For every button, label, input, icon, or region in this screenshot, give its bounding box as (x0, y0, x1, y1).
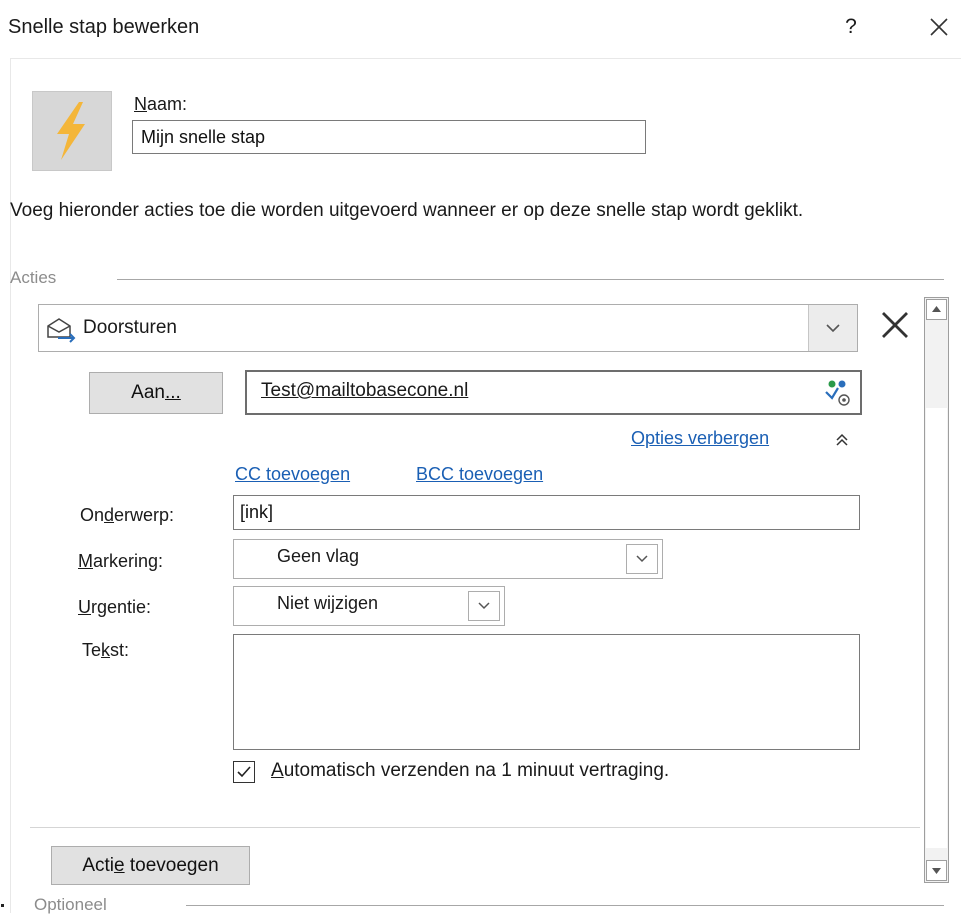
name-label: Naam: (134, 94, 188, 114)
vertical-scrollbar[interactable] (924, 297, 949, 883)
autosend-checkbox[interactable] (233, 761, 255, 783)
stray-dot (1, 904, 4, 907)
subject-label: Onderwerp: (80, 505, 175, 525)
text-label: Tekst: (82, 640, 130, 660)
forward-mail-icon (45, 317, 77, 348)
text-area[interactable] (233, 634, 860, 750)
arrow-down-icon (932, 868, 941, 874)
actions-group-line (117, 279, 944, 280)
optional-group-line (186, 905, 944, 906)
close-icon (930, 18, 948, 36)
arrow-up-icon (932, 306, 941, 312)
scroll-up-button[interactable] (926, 299, 947, 320)
chevron-down-icon[interactable] (808, 305, 857, 351)
optional-group-label: Optioneel (34, 895, 107, 914)
name-input[interactable]: Mijn snelle stap (132, 120, 646, 154)
scroll-thumb[interactable] (926, 408, 947, 848)
action-dropdown-value: Doorsturen (83, 317, 177, 338)
remove-action-button[interactable] (878, 308, 912, 342)
flag-label: Markering: (78, 551, 164, 571)
scroll-down-button[interactable] (926, 860, 947, 881)
subject-input[interactable]: [ink] (233, 495, 860, 530)
importance-dropdown-value: Niet wijzigen (277, 593, 379, 613)
quick-step-icon-tile[interactable] (32, 91, 112, 171)
to-button[interactable]: Aan... (89, 372, 223, 414)
double-chevron-up-icon[interactable] (832, 430, 852, 450)
dialog-title: Snelle stap bewerken (8, 16, 200, 38)
close-button[interactable] (922, 10, 956, 44)
action-dropdown[interactable]: Doorsturen (38, 304, 858, 352)
chevron-down-icon[interactable] (468, 591, 500, 621)
add-action-button[interactable]: Actie toevoegen (51, 846, 250, 885)
address-book-icon[interactable] (824, 378, 852, 413)
add-cc-link[interactable]: CC toevoegen (235, 464, 350, 485)
delete-icon (882, 312, 908, 338)
add-bcc-link[interactable]: BCC toevoegen (416, 464, 543, 485)
to-input[interactable]: Test@mailtobasecone.nl (245, 370, 862, 415)
dialog-content (10, 58, 961, 913)
flag-dropdown-value: Geen vlag (277, 546, 360, 566)
importance-dropdown[interactable]: Niet wijzigen (233, 586, 505, 626)
help-button[interactable]: ? (838, 12, 864, 42)
flag-dropdown[interactable]: Geen vlag (233, 539, 663, 579)
description-text: Voeg hieronder acties toe die worden uit… (10, 200, 804, 221)
actions-group-label: Acties (10, 268, 57, 287)
lightning-bolt-icon (57, 102, 85, 160)
section-separator (30, 827, 920, 828)
importance-label: Urgentie: (78, 597, 152, 617)
hide-options-link[interactable]: Opties verbergen (631, 428, 769, 449)
checkmark-icon (237, 766, 251, 778)
to-value: Test@mailtobasecone.nl (261, 380, 469, 401)
autosend-label[interactable]: Automatisch verzenden na 1 minuut vertra… (271, 760, 669, 782)
chevron-down-icon[interactable] (626, 544, 658, 574)
